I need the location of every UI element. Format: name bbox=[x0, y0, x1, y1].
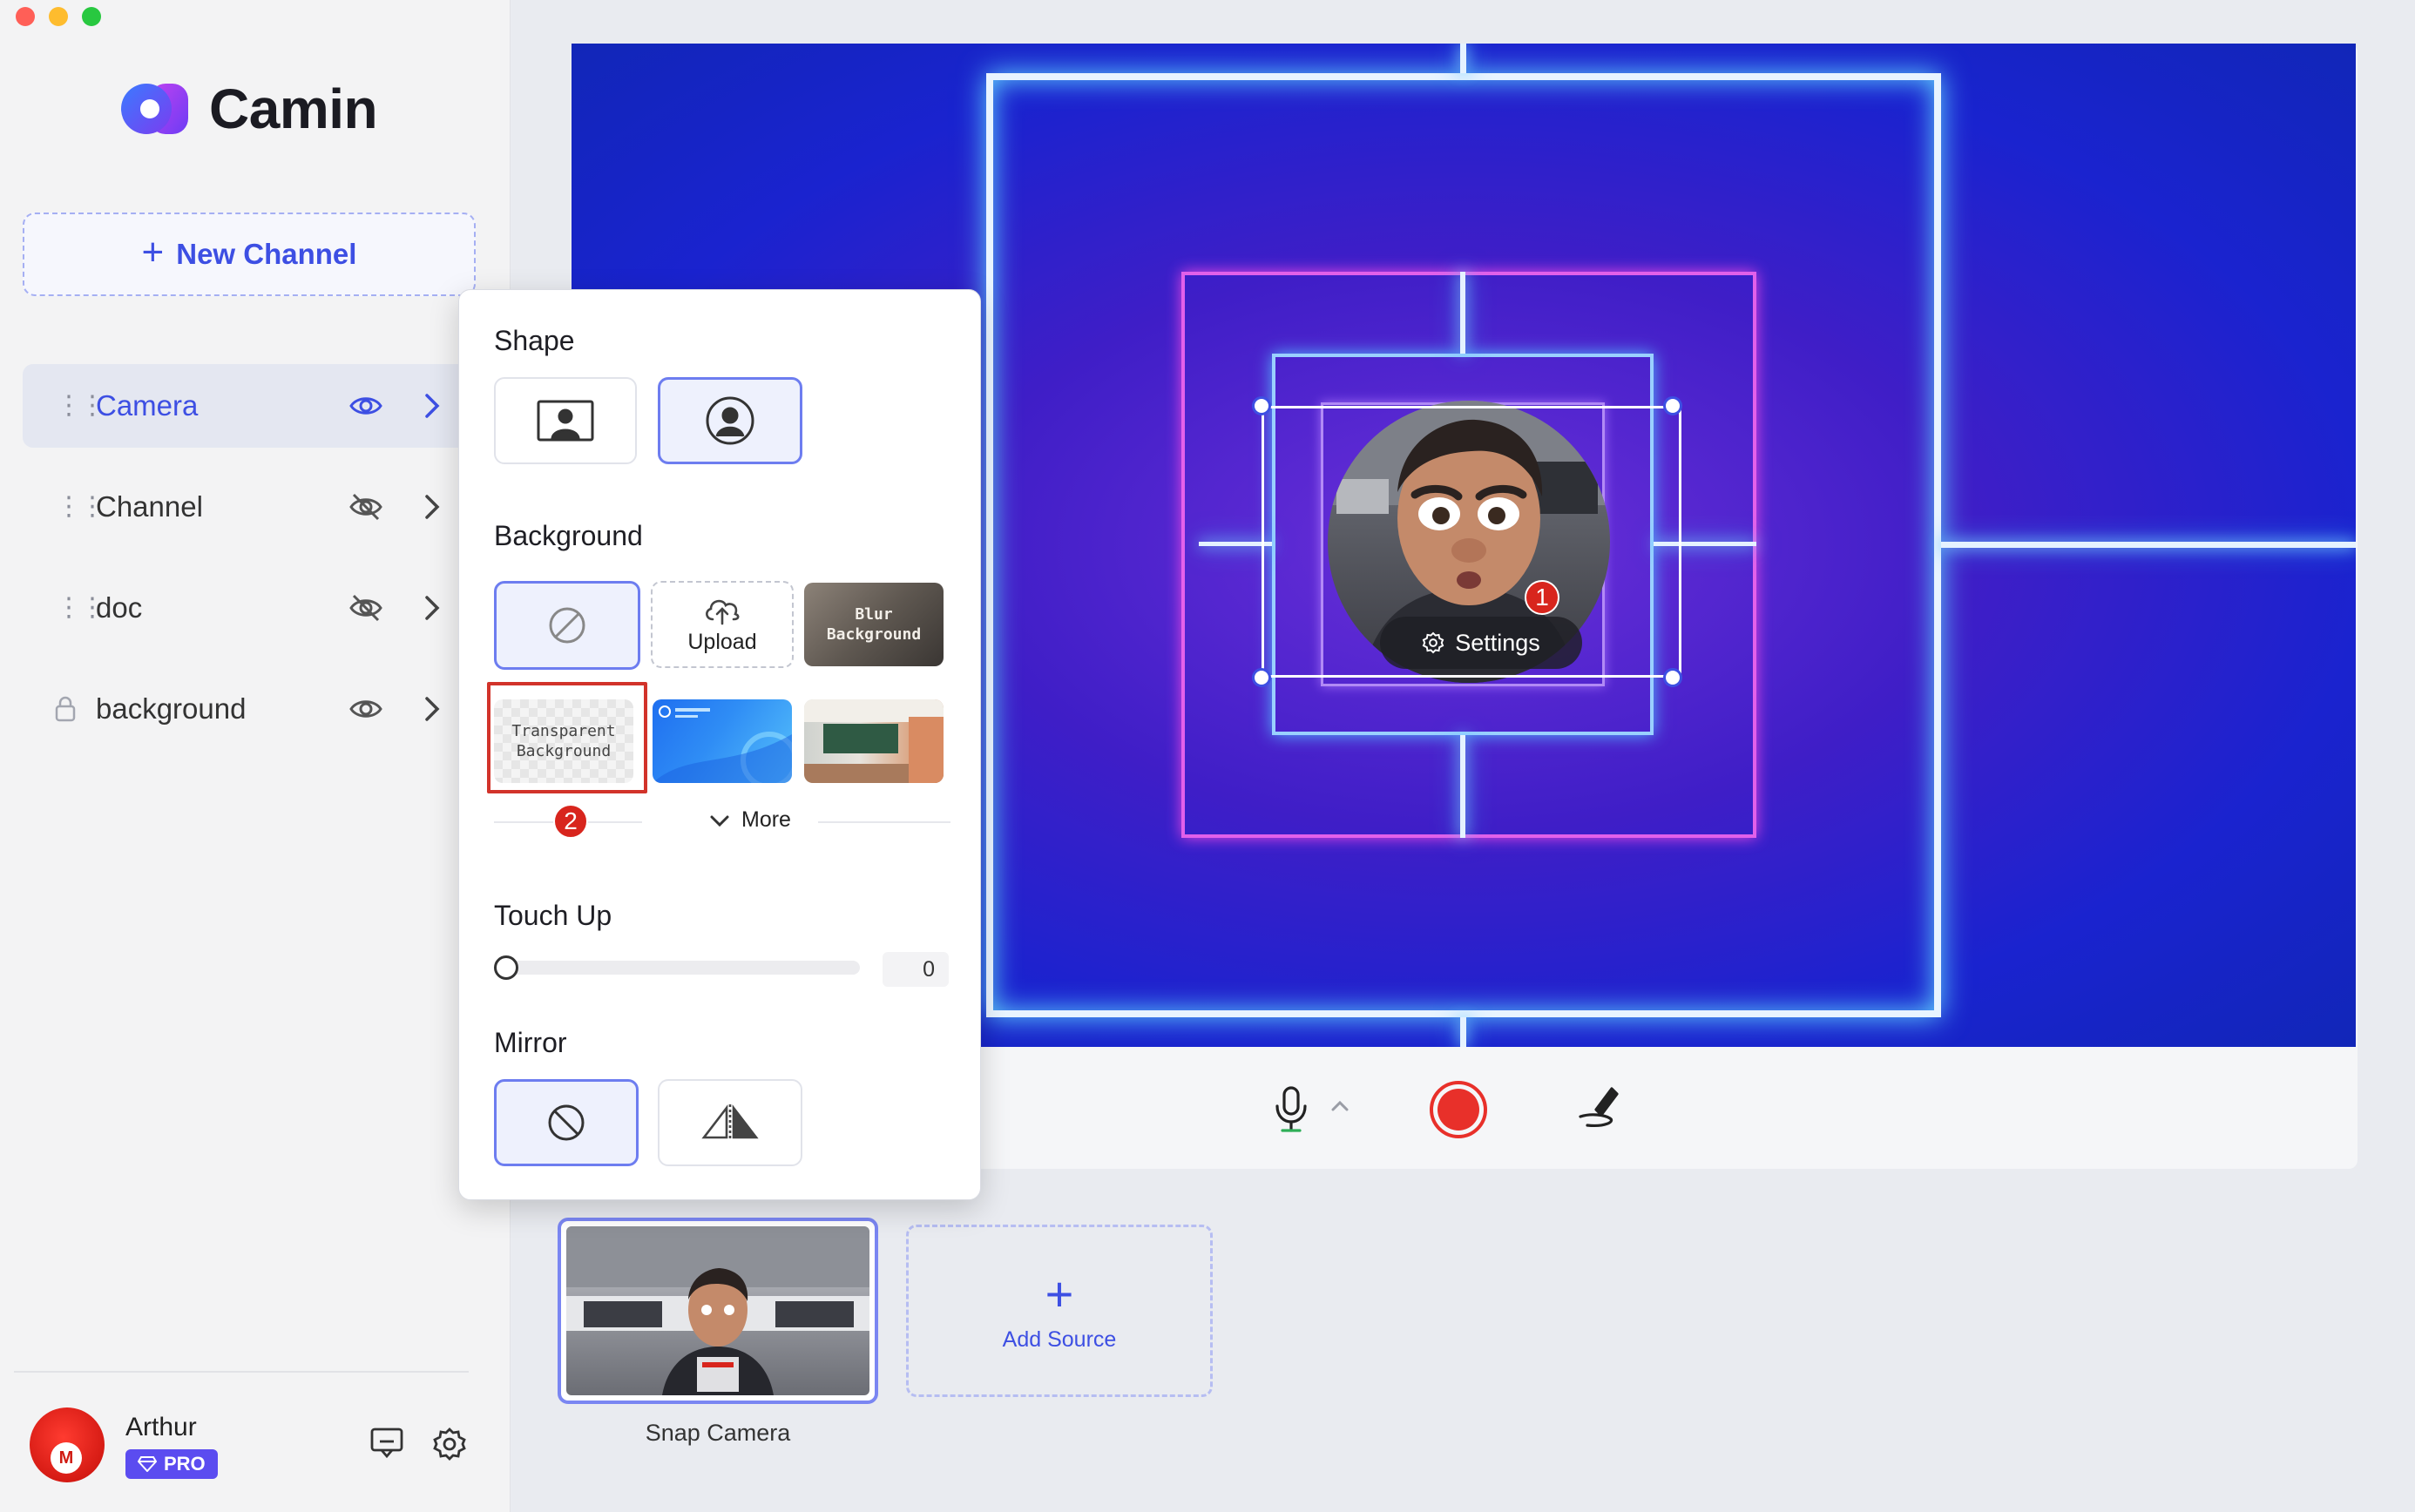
step-badge-2: 2 bbox=[553, 804, 588, 839]
resize-handle-bottom-left[interactable] bbox=[1252, 668, 1271, 687]
mirror-flip-option[interactable] bbox=[658, 1079, 802, 1166]
chevron-down-icon bbox=[710, 815, 729, 827]
lock-icon bbox=[55, 696, 76, 722]
no-background-icon bbox=[549, 607, 585, 644]
background-none-option[interactable] bbox=[494, 581, 640, 670]
shape-title: Shape bbox=[494, 325, 575, 356]
annotate-pen-icon[interactable] bbox=[1575, 1083, 1622, 1131]
layer-item-channel[interactable]: ⋮⋮ Channel bbox=[23, 465, 469, 549]
no-mirror-icon bbox=[548, 1104, 585, 1141]
plus-icon: + bbox=[1045, 1266, 1074, 1321]
layer-label: doc bbox=[96, 591, 143, 624]
settings-label: Settings bbox=[1455, 629, 1540, 656]
touchup-value[interactable]: 0 bbox=[883, 952, 949, 987]
mirror-title: Mirror bbox=[494, 1027, 567, 1058]
blue-abstract-thumbnail bbox=[653, 705, 792, 783]
chevron-right-icon[interactable] bbox=[422, 491, 443, 523]
neon-line-bottom bbox=[1460, 1017, 1466, 1047]
window-controls bbox=[16, 7, 101, 26]
layer-label: Channel bbox=[96, 490, 203, 523]
zoom-window-button[interactable] bbox=[82, 7, 101, 26]
flip-horizontal-icon bbox=[701, 1104, 759, 1141]
upload-label: Upload bbox=[687, 629, 757, 654]
resize-handle-top-right[interactable] bbox=[1663, 396, 1682, 415]
background-blur-option[interactable]: Blur Background bbox=[804, 583, 944, 666]
chevron-up-icon[interactable] bbox=[1329, 1097, 1350, 1113]
blur-label-line2: Background bbox=[826, 625, 922, 644]
mirror-off-option[interactable] bbox=[494, 1079, 639, 1166]
pro-badge: PRO bbox=[125, 1449, 218, 1479]
rectangle-portrait-icon bbox=[537, 400, 594, 442]
step-badge-1: 1 bbox=[1525, 580, 1559, 615]
shape-circle-option[interactable] bbox=[658, 377, 802, 464]
background-upload-option[interactable]: Upload bbox=[651, 581, 794, 668]
user-panel: M Arthur PRO bbox=[30, 1407, 483, 1491]
divider-right bbox=[818, 821, 950, 823]
blur-label-line1: Blur bbox=[855, 604, 893, 624]
background-classroom-option[interactable] bbox=[804, 699, 944, 783]
user-name: Arthur bbox=[125, 1413, 197, 1441]
layer-item-doc[interactable]: ⋮⋮ doc bbox=[23, 566, 469, 650]
touchup-title: Touch Up bbox=[494, 900, 612, 931]
layer-label: Camera bbox=[96, 389, 199, 422]
avatar[interactable]: M bbox=[30, 1407, 105, 1482]
layer-item-background[interactable]: background bbox=[23, 667, 469, 751]
add-source-button[interactable]: + Add Source bbox=[906, 1225, 1213, 1397]
camera-settings-button[interactable]: Settings bbox=[1380, 617, 1582, 669]
highlight-box bbox=[487, 682, 647, 793]
sidebar: Camin + New Channel ⋮⋮ Camera ⋮⋮ Channel… bbox=[0, 0, 511, 1512]
more-label: More bbox=[741, 807, 791, 832]
more-row: 2 More bbox=[494, 804, 950, 839]
background-title: Background bbox=[494, 520, 643, 551]
chevron-right-icon[interactable] bbox=[422, 592, 443, 624]
source-label: Snap Camera bbox=[645, 1420, 791, 1446]
camin-logo-icon bbox=[121, 84, 188, 134]
close-window-button[interactable] bbox=[16, 7, 35, 26]
app-name: Camin bbox=[209, 78, 378, 140]
diamond-icon bbox=[138, 1456, 157, 1472]
resize-handle-bottom-right[interactable] bbox=[1663, 668, 1682, 687]
more-backgrounds-button[interactable]: More bbox=[708, 807, 791, 833]
neon-line-bottom-inner bbox=[1460, 735, 1465, 838]
eye-off-icon[interactable] bbox=[348, 591, 383, 625]
circle-portrait-icon bbox=[706, 396, 754, 445]
new-channel-button[interactable]: + New Channel bbox=[23, 213, 476, 296]
neon-line-right bbox=[1941, 542, 2356, 548]
classroom-thumbnail bbox=[804, 699, 944, 783]
camera-settings-popup: Shape Background Upload Blur Background … bbox=[458, 289, 981, 1200]
shape-rectangle-option[interactable] bbox=[494, 377, 637, 464]
app-logo: Camin bbox=[120, 77, 378, 141]
pro-badge-label: PRO bbox=[164, 1453, 206, 1475]
avatar-mark-icon: M bbox=[51, 1442, 82, 1474]
plus-icon: + bbox=[141, 231, 165, 273]
background-blue-abstract-option[interactable] bbox=[653, 699, 792, 783]
eye-icon[interactable] bbox=[348, 388, 383, 423]
feedback-icon[interactable] bbox=[369, 1427, 404, 1460]
chevron-right-icon[interactable] bbox=[422, 693, 443, 725]
neon-line-top bbox=[1460, 44, 1466, 73]
eye-off-icon[interactable] bbox=[348, 489, 383, 524]
microphone-icon[interactable] bbox=[1274, 1085, 1309, 1134]
add-source-label: Add Source bbox=[1002, 1326, 1117, 1352]
touchup-slider-track[interactable] bbox=[494, 961, 860, 975]
eye-icon[interactable] bbox=[348, 692, 383, 726]
sidebar-divider bbox=[14, 1371, 469, 1373]
gear-icon[interactable] bbox=[432, 1427, 467, 1461]
minimize-window-button[interactable] bbox=[49, 7, 68, 26]
gear-icon bbox=[1422, 631, 1444, 654]
touchup-slider-knob[interactable] bbox=[494, 955, 518, 980]
snap-camera-preview-illustration bbox=[566, 1226, 869, 1395]
source-card-snap-camera[interactable] bbox=[558, 1218, 878, 1404]
layer-item-camera[interactable]: ⋮⋮ Camera bbox=[23, 364, 469, 448]
cloud-upload-icon bbox=[706, 599, 740, 624]
new-channel-label: New Channel bbox=[176, 238, 357, 270]
record-button[interactable] bbox=[1429, 1080, 1488, 1139]
resize-handle-top-left[interactable] bbox=[1252, 396, 1271, 415]
chevron-right-icon[interactable] bbox=[422, 390, 443, 422]
layer-label: background bbox=[96, 692, 247, 725]
source-thumbnail bbox=[566, 1226, 869, 1395]
neon-line-top-inner bbox=[1460, 272, 1465, 354]
